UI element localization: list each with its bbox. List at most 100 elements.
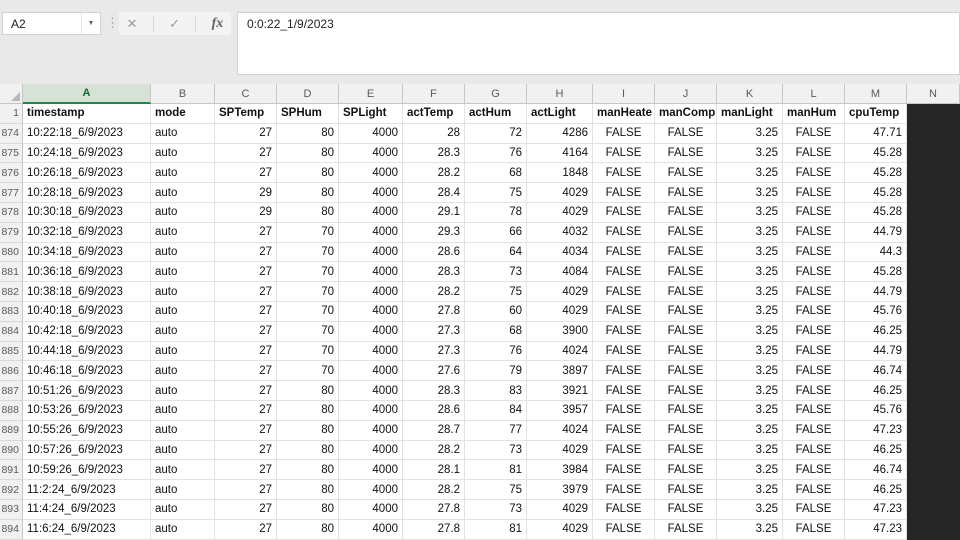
- cell[interactable]: 3.25: [717, 420, 783, 441]
- cell[interactable]: FALSE: [593, 400, 655, 421]
- cell[interactable]: 70: [277, 301, 339, 322]
- cell[interactable]: 4000: [339, 123, 403, 144]
- cell[interactable]: FALSE: [783, 262, 845, 283]
- cell[interactable]: 70: [277, 282, 339, 302]
- cell[interactable]: 72: [465, 123, 527, 144]
- column-header-M[interactable]: M: [845, 84, 907, 104]
- cell[interactable]: FALSE: [783, 242, 845, 263]
- cell[interactable]: 27: [215, 321, 277, 342]
- cell[interactable]: 3.25: [717, 440, 783, 461]
- column-header-F[interactable]: F: [403, 84, 465, 104]
- cell[interactable]: FALSE: [593, 222, 655, 243]
- cell[interactable]: 44.79: [845, 282, 907, 302]
- cell[interactable]: 80: [277, 519, 339, 540]
- cell[interactable]: 70: [277, 222, 339, 243]
- cell[interactable]: 4000: [339, 143, 403, 164]
- cell[interactable]: 10:40:18_6/9/2023: [23, 301, 151, 322]
- cell[interactable]: 4029: [527, 282, 593, 302]
- cell[interactable]: 4000: [339, 440, 403, 461]
- cell[interactable]: 77: [465, 420, 527, 441]
- cell[interactable]: 75: [465, 480, 527, 500]
- cell[interactable]: 66: [465, 222, 527, 243]
- cell[interactable]: 11:2:24_6/9/2023: [23, 480, 151, 500]
- cell[interactable]: 80: [277, 202, 339, 223]
- cell[interactable]: FALSE: [783, 420, 845, 441]
- cell[interactable]: auto: [151, 361, 215, 382]
- cell[interactable]: 3.25: [717, 222, 783, 243]
- cell[interactable]: 4000: [339, 222, 403, 243]
- cell[interactable]: 45.28: [845, 143, 907, 164]
- cell[interactable]: FALSE: [593, 183, 655, 203]
- cell[interactable]: manComp: [655, 104, 717, 124]
- cell[interactable]: auto: [151, 262, 215, 283]
- cell[interactable]: FALSE: [783, 222, 845, 243]
- cell[interactable]: timestamp: [23, 104, 151, 124]
- cell[interactable]: 44.79: [845, 222, 907, 243]
- cell[interactable]: 80: [277, 381, 339, 401]
- cell[interactable]: 27: [215, 301, 277, 322]
- cell[interactable]: FALSE: [593, 123, 655, 144]
- cell[interactable]: 68: [465, 321, 527, 342]
- cell[interactable]: 4000: [339, 163, 403, 184]
- cell[interactable]: 3897: [527, 361, 593, 382]
- row-number[interactable]: 892: [0, 480, 23, 500]
- cell[interactable]: FALSE: [655, 262, 717, 283]
- cell[interactable]: 27: [215, 499, 277, 520]
- cell[interactable]: FALSE: [593, 321, 655, 342]
- cell[interactable]: 4024: [527, 341, 593, 362]
- cell[interactable]: auto: [151, 202, 215, 223]
- cell[interactable]: 3.25: [717, 183, 783, 203]
- cell[interactable]: 10:53:26_6/9/2023: [23, 400, 151, 421]
- cell[interactable]: 60: [465, 301, 527, 322]
- cell[interactable]: FALSE: [593, 143, 655, 164]
- column-header-L[interactable]: L: [783, 84, 845, 104]
- cell[interactable]: 28.2: [403, 480, 465, 500]
- row-number[interactable]: 887: [0, 381, 23, 401]
- cell[interactable]: FALSE: [655, 480, 717, 500]
- cell[interactable]: auto: [151, 123, 215, 144]
- cell[interactable]: 28: [403, 123, 465, 144]
- cell[interactable]: FALSE: [593, 202, 655, 223]
- row-number[interactable]: 883: [0, 301, 23, 322]
- cell[interactable]: FALSE: [655, 400, 717, 421]
- cell[interactable]: FALSE: [593, 242, 655, 263]
- cell[interactable]: 27: [215, 341, 277, 362]
- cell[interactable]: 10:38:18_6/9/2023: [23, 282, 151, 302]
- cell[interactable]: 3.25: [717, 321, 783, 342]
- cell[interactable]: 45.76: [845, 301, 907, 322]
- cell[interactable]: 27: [215, 460, 277, 481]
- cell[interactable]: SPHum: [277, 104, 339, 124]
- cell[interactable]: 27.3: [403, 341, 465, 362]
- cell[interactable]: 4000: [339, 420, 403, 441]
- name-box[interactable]: A2 ▼: [2, 12, 101, 35]
- cell[interactable]: 27: [215, 381, 277, 401]
- row-number[interactable]: 882: [0, 282, 23, 302]
- cell[interactable]: 47.71: [845, 123, 907, 144]
- cell[interactable]: actHum: [465, 104, 527, 124]
- cell[interactable]: auto: [151, 222, 215, 243]
- cell[interactable]: auto: [151, 321, 215, 342]
- cell[interactable]: 70: [277, 341, 339, 362]
- cell[interactable]: 28.1: [403, 460, 465, 481]
- cell[interactable]: auto: [151, 282, 215, 302]
- cell[interactable]: 27: [215, 163, 277, 184]
- cell[interactable]: 10:24:18_6/9/2023: [23, 143, 151, 164]
- cell[interactable]: 3.25: [717, 143, 783, 164]
- cell[interactable]: 27: [215, 400, 277, 421]
- cell[interactable]: 3.25: [717, 361, 783, 382]
- column-header-H[interactable]: H: [527, 84, 593, 104]
- cell[interactable]: FALSE: [783, 361, 845, 382]
- cell[interactable]: 27.8: [403, 499, 465, 520]
- cell[interactable]: 28.3: [403, 262, 465, 283]
- cell[interactable]: 4000: [339, 381, 403, 401]
- cell[interactable]: 10:57:26_6/9/2023: [23, 440, 151, 461]
- cell[interactable]: auto: [151, 460, 215, 481]
- cell[interactable]: 3.25: [717, 242, 783, 263]
- cell[interactable]: 46.25: [845, 321, 907, 342]
- cell[interactable]: 80: [277, 440, 339, 461]
- cell[interactable]: 3.25: [717, 480, 783, 500]
- cell[interactable]: 29: [215, 183, 277, 203]
- cell[interactable]: FALSE: [593, 361, 655, 382]
- cell[interactable]: 3.25: [717, 163, 783, 184]
- cell[interactable]: 4029: [527, 183, 593, 203]
